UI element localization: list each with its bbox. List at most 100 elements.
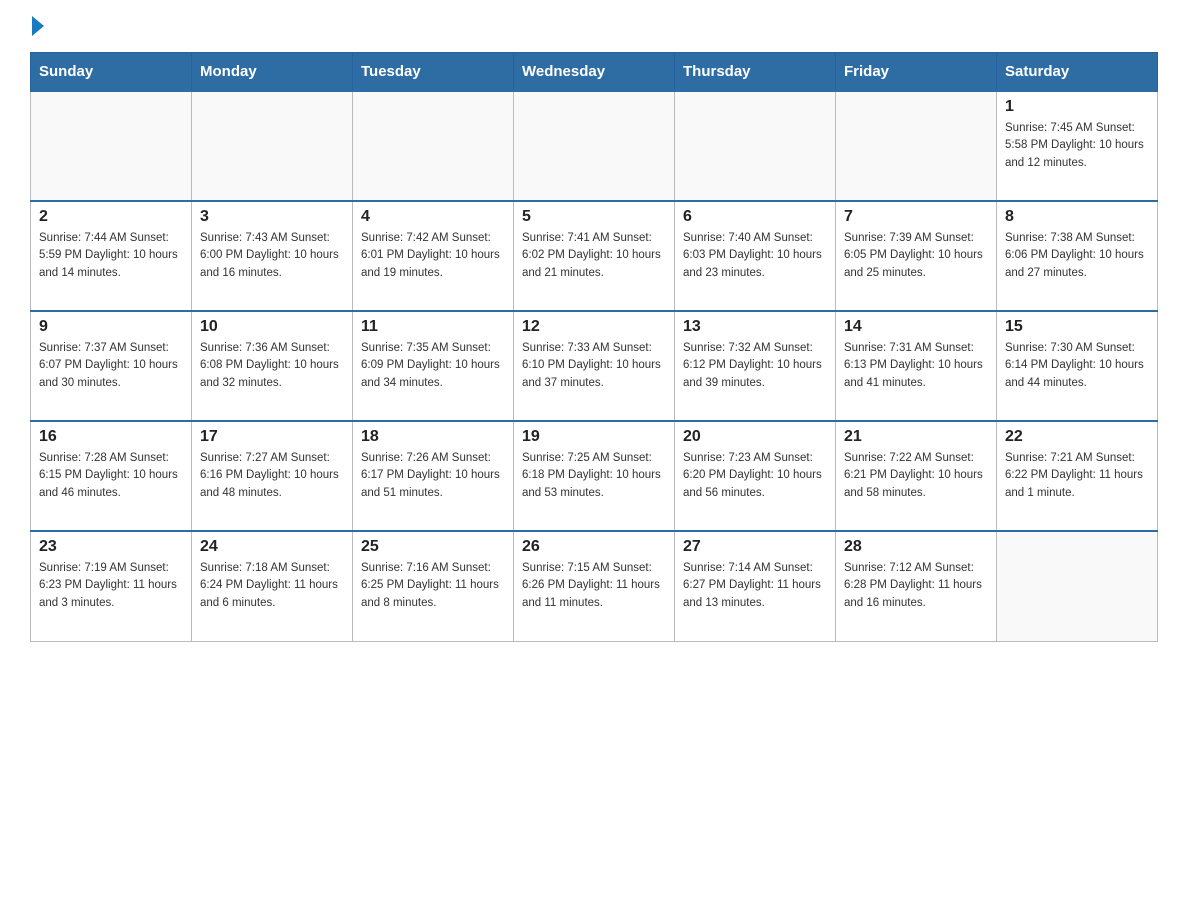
day-info: Sunrise: 7:44 AM Sunset: 5:59 PM Dayligh… (39, 230, 183, 282)
calendar-cell: 6 Sunrise: 7:40 AM Sunset: 6:03 PM Daylig… (675, 201, 836, 311)
calendar-cell (31, 91, 192, 201)
calendar-cell: 17Sunrise: 7:27 AM Sunset: 6:16 PM Dayli… (192, 421, 353, 531)
calendar-cell (997, 531, 1158, 641)
day-info: Sunrise: 7:19 AM Sunset: 6:23 PM Dayligh… (39, 560, 183, 612)
week-row-3: 9 Sunrise: 7:37 AM Sunset: 6:07 PM Daylig… (31, 311, 1158, 421)
calendar-table: SundayMondayTuesdayWednesdayThursdayFrid… (30, 52, 1158, 642)
day-number: 1 (1005, 98, 1149, 116)
column-header-wednesday: Wednesday (514, 53, 675, 92)
logo (30, 20, 44, 32)
day-info: Sunrise: 7:40 AM Sunset: 6:03 PM Dayligh… (683, 230, 827, 282)
day-number: 2 (39, 208, 183, 226)
calendar-cell: 3 Sunrise: 7:43 AM Sunset: 6:00 PM Daylig… (192, 201, 353, 311)
calendar-cell: 22 Sunrise: 7:21 AM Sunset: 6:22 PM Dayli… (997, 421, 1158, 531)
day-info: Sunrise: 7:37 AM Sunset: 6:07 PM Dayligh… (39, 340, 183, 392)
day-info: Sunrise: 7:41 AM Sunset: 6:02 PM Dayligh… (522, 230, 666, 282)
day-number: 24 (200, 538, 344, 556)
page-header (30, 20, 1158, 32)
column-header-thursday: Thursday (675, 53, 836, 92)
day-info: Sunrise: 7:16 AM Sunset: 6:25 PM Dayligh… (361, 560, 505, 612)
day-number: 16 (39, 428, 183, 446)
day-info: Sunrise: 7:28 AM Sunset: 6:15 PM Dayligh… (39, 450, 183, 502)
calendar-cell: 26 Sunrise: 7:15 AM Sunset: 6:26 PM Dayli… (514, 531, 675, 641)
calendar-cell (192, 91, 353, 201)
day-number: 12 (522, 318, 666, 336)
day-number: 3 (200, 208, 344, 226)
day-number: 20 (683, 428, 827, 446)
calendar-cell: 7 Sunrise: 7:39 AM Sunset: 6:05 PM Daylig… (836, 201, 997, 311)
day-info: Sunrise: 7:18 AM Sunset: 6:24 PM Dayligh… (200, 560, 344, 612)
calendar-cell (514, 91, 675, 201)
calendar-cell: 13 Sunrise: 7:32 AM Sunset: 6:12 PM Dayli… (675, 311, 836, 421)
calendar-cell: 10 Sunrise: 7:36 AM Sunset: 6:08 PM Dayli… (192, 311, 353, 421)
calendar-cell: 27 Sunrise: 7:14 AM Sunset: 6:27 PM Dayli… (675, 531, 836, 641)
logo-arrow-icon (32, 16, 44, 36)
calendar-cell: 19 Sunrise: 7:25 AM Sunset: 6:18 PM Dayli… (514, 421, 675, 531)
day-info: Sunrise: 7:43 AM Sunset: 6:00 PM Dayligh… (200, 230, 344, 282)
day-number: 7 (844, 208, 988, 226)
day-number: 22 (1005, 428, 1149, 446)
day-info: Sunrise: 7:39 AM Sunset: 6:05 PM Dayligh… (844, 230, 988, 282)
calendar-cell: 28Sunrise: 7:12 AM Sunset: 6:28 PM Dayli… (836, 531, 997, 641)
day-number: 6 (683, 208, 827, 226)
day-info: Sunrise: 7:27 AM Sunset: 6:16 PM Dayligh… (200, 450, 344, 502)
calendar-cell: 24 Sunrise: 7:18 AM Sunset: 6:24 PM Dayli… (192, 531, 353, 641)
day-info: Sunrise: 7:35 AM Sunset: 6:09 PM Dayligh… (361, 340, 505, 392)
day-number: 26 (522, 538, 666, 556)
day-info: Sunrise: 7:26 AM Sunset: 6:17 PM Dayligh… (361, 450, 505, 502)
calendar-cell: 23 Sunrise: 7:19 AM Sunset: 6:23 PM Dayli… (31, 531, 192, 641)
day-info: Sunrise: 7:25 AM Sunset: 6:18 PM Dayligh… (522, 450, 666, 502)
day-number: 5 (522, 208, 666, 226)
calendar-cell: 11 Sunrise: 7:35 AM Sunset: 6:09 PM Dayli… (353, 311, 514, 421)
calendar-cell (675, 91, 836, 201)
day-info: Sunrise: 7:45 AM Sunset: 5:58 PM Dayligh… (1005, 120, 1149, 172)
day-number: 27 (683, 538, 827, 556)
day-number: 11 (361, 318, 505, 336)
day-number: 13 (683, 318, 827, 336)
week-row-4: 16 Sunrise: 7:28 AM Sunset: 6:15 PM Dayli… (31, 421, 1158, 531)
logo-text (30, 20, 44, 36)
calendar-cell: 18Sunrise: 7:26 AM Sunset: 6:17 PM Dayli… (353, 421, 514, 531)
day-info: Sunrise: 7:23 AM Sunset: 6:20 PM Dayligh… (683, 450, 827, 502)
day-number: 4 (361, 208, 505, 226)
day-info: Sunrise: 7:32 AM Sunset: 6:12 PM Dayligh… (683, 340, 827, 392)
day-number: 19 (522, 428, 666, 446)
day-info: Sunrise: 7:22 AM Sunset: 6:21 PM Dayligh… (844, 450, 988, 502)
day-info: Sunrise: 7:14 AM Sunset: 6:27 PM Dayligh… (683, 560, 827, 612)
calendar-cell: 15Sunrise: 7:30 AM Sunset: 6:14 PM Dayli… (997, 311, 1158, 421)
column-header-tuesday: Tuesday (353, 53, 514, 92)
day-info: Sunrise: 7:21 AM Sunset: 6:22 PM Dayligh… (1005, 450, 1149, 502)
calendar-header-row: SundayMondayTuesdayWednesdayThursdayFrid… (31, 53, 1158, 92)
calendar-cell: 16 Sunrise: 7:28 AM Sunset: 6:15 PM Dayli… (31, 421, 192, 531)
day-info: Sunrise: 7:15 AM Sunset: 6:26 PM Dayligh… (522, 560, 666, 612)
calendar-cell (836, 91, 997, 201)
day-number: 14 (844, 318, 988, 336)
column-header-saturday: Saturday (997, 53, 1158, 92)
day-info: Sunrise: 7:36 AM Sunset: 6:08 PM Dayligh… (200, 340, 344, 392)
day-info: Sunrise: 7:38 AM Sunset: 6:06 PM Dayligh… (1005, 230, 1149, 282)
calendar-cell (353, 91, 514, 201)
day-info: Sunrise: 7:31 AM Sunset: 6:13 PM Dayligh… (844, 340, 988, 392)
week-row-2: 2 Sunrise: 7:44 AM Sunset: 5:59 PM Daylig… (31, 201, 1158, 311)
day-number: 25 (361, 538, 505, 556)
calendar-cell: 20 Sunrise: 7:23 AM Sunset: 6:20 PM Dayli… (675, 421, 836, 531)
calendar-cell: 21Sunrise: 7:22 AM Sunset: 6:21 PM Dayli… (836, 421, 997, 531)
calendar-cell: 2 Sunrise: 7:44 AM Sunset: 5:59 PM Daylig… (31, 201, 192, 311)
calendar-cell: 9 Sunrise: 7:37 AM Sunset: 6:07 PM Daylig… (31, 311, 192, 421)
column-header-sunday: Sunday (31, 53, 192, 92)
calendar-cell: 8 Sunrise: 7:38 AM Sunset: 6:06 PM Daylig… (997, 201, 1158, 311)
column-header-monday: Monday (192, 53, 353, 92)
calendar-cell: 1 Sunrise: 7:45 AM Sunset: 5:58 PM Daylig… (997, 91, 1158, 201)
day-number: 9 (39, 318, 183, 336)
day-number: 8 (1005, 208, 1149, 226)
day-number: 15 (1005, 318, 1149, 336)
week-row-5: 23 Sunrise: 7:19 AM Sunset: 6:23 PM Dayli… (31, 531, 1158, 641)
calendar-cell: 5 Sunrise: 7:41 AM Sunset: 6:02 PM Daylig… (514, 201, 675, 311)
day-number: 10 (200, 318, 344, 336)
calendar-cell: 25 Sunrise: 7:16 AM Sunset: 6:25 PM Dayli… (353, 531, 514, 641)
day-info: Sunrise: 7:33 AM Sunset: 6:10 PM Dayligh… (522, 340, 666, 392)
day-info: Sunrise: 7:42 AM Sunset: 6:01 PM Dayligh… (361, 230, 505, 282)
day-info: Sunrise: 7:12 AM Sunset: 6:28 PM Dayligh… (844, 560, 988, 612)
week-row-1: 1 Sunrise: 7:45 AM Sunset: 5:58 PM Daylig… (31, 91, 1158, 201)
day-number: 23 (39, 538, 183, 556)
